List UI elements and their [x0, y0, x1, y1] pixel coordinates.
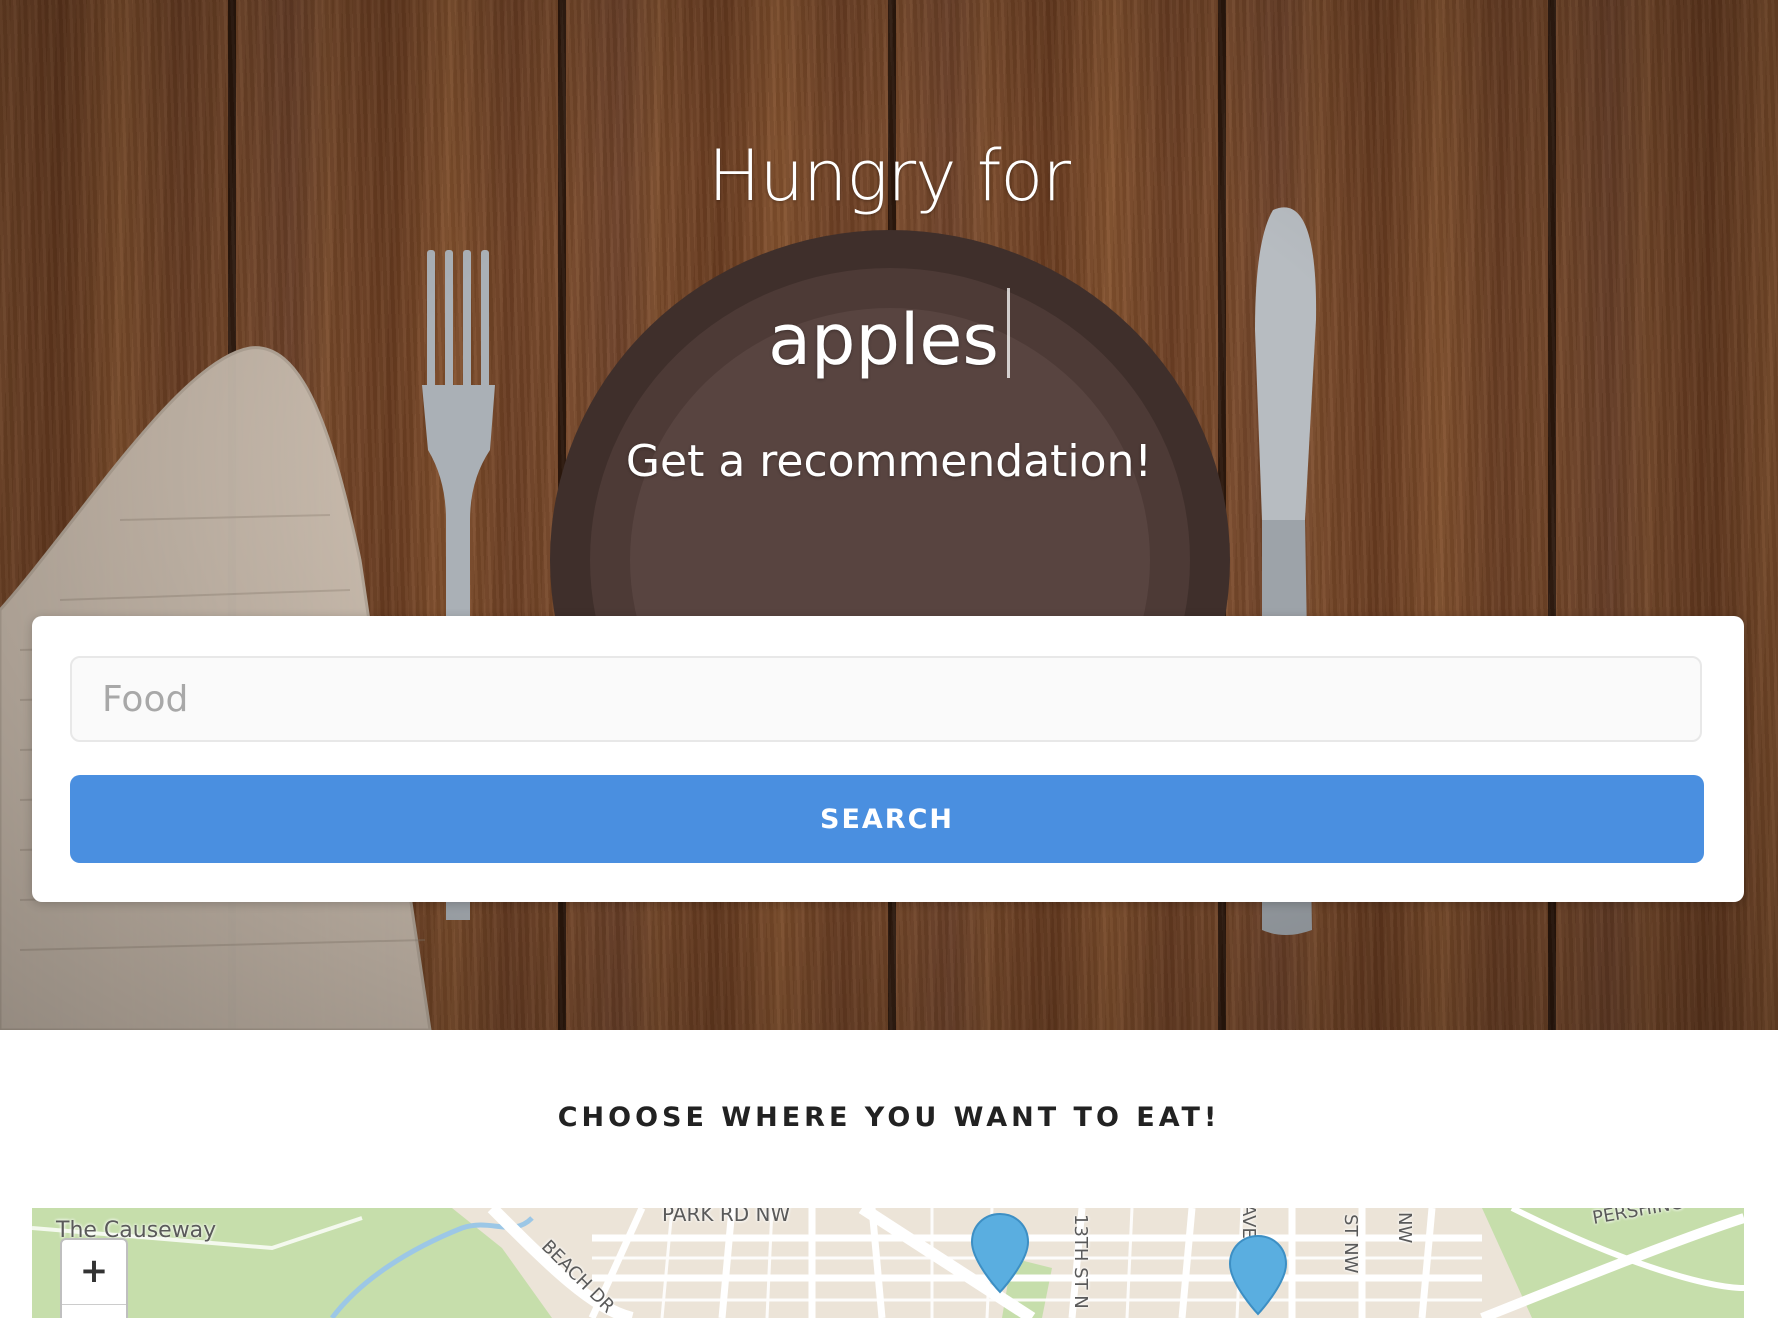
map-label-park-rd: PARK RD NW: [662, 1208, 791, 1226]
map-label-nw: NW: [1394, 1212, 1415, 1244]
search-button[interactable]: SEARCH: [70, 775, 1704, 863]
hero-title: Hungry for: [707, 135, 1071, 217]
hero-typed-text-line: apples: [0, 288, 1778, 381]
typing-caret: [1006, 288, 1010, 378]
search-card: SEARCH: [32, 616, 1744, 902]
zoom-in-button[interactable]: +: [62, 1240, 126, 1305]
choose-location-heading: CHOOSE WHERE YOU WANT TO EAT!: [557, 1102, 1221, 1133]
food-search-input[interactable]: [70, 656, 1702, 742]
restaurant-marker-icon[interactable]: [970, 1212, 1030, 1296]
typed-word: apples: [768, 299, 999, 381]
map-label-st-nw: ST NW: [1340, 1214, 1361, 1274]
restaurant-marker-icon[interactable]: [1228, 1234, 1288, 1318]
map-tiles: [32, 1208, 1744, 1318]
hero-subtitle: Get a recommendation!: [625, 436, 1153, 487]
map-zoom-control: +: [60, 1238, 128, 1318]
map-label-13th-st: 13TH ST N: [1070, 1214, 1091, 1309]
restaurant-map[interactable]: The Causeway PARK RD NW BEACH DR 13TH ST…: [32, 1208, 1744, 1318]
